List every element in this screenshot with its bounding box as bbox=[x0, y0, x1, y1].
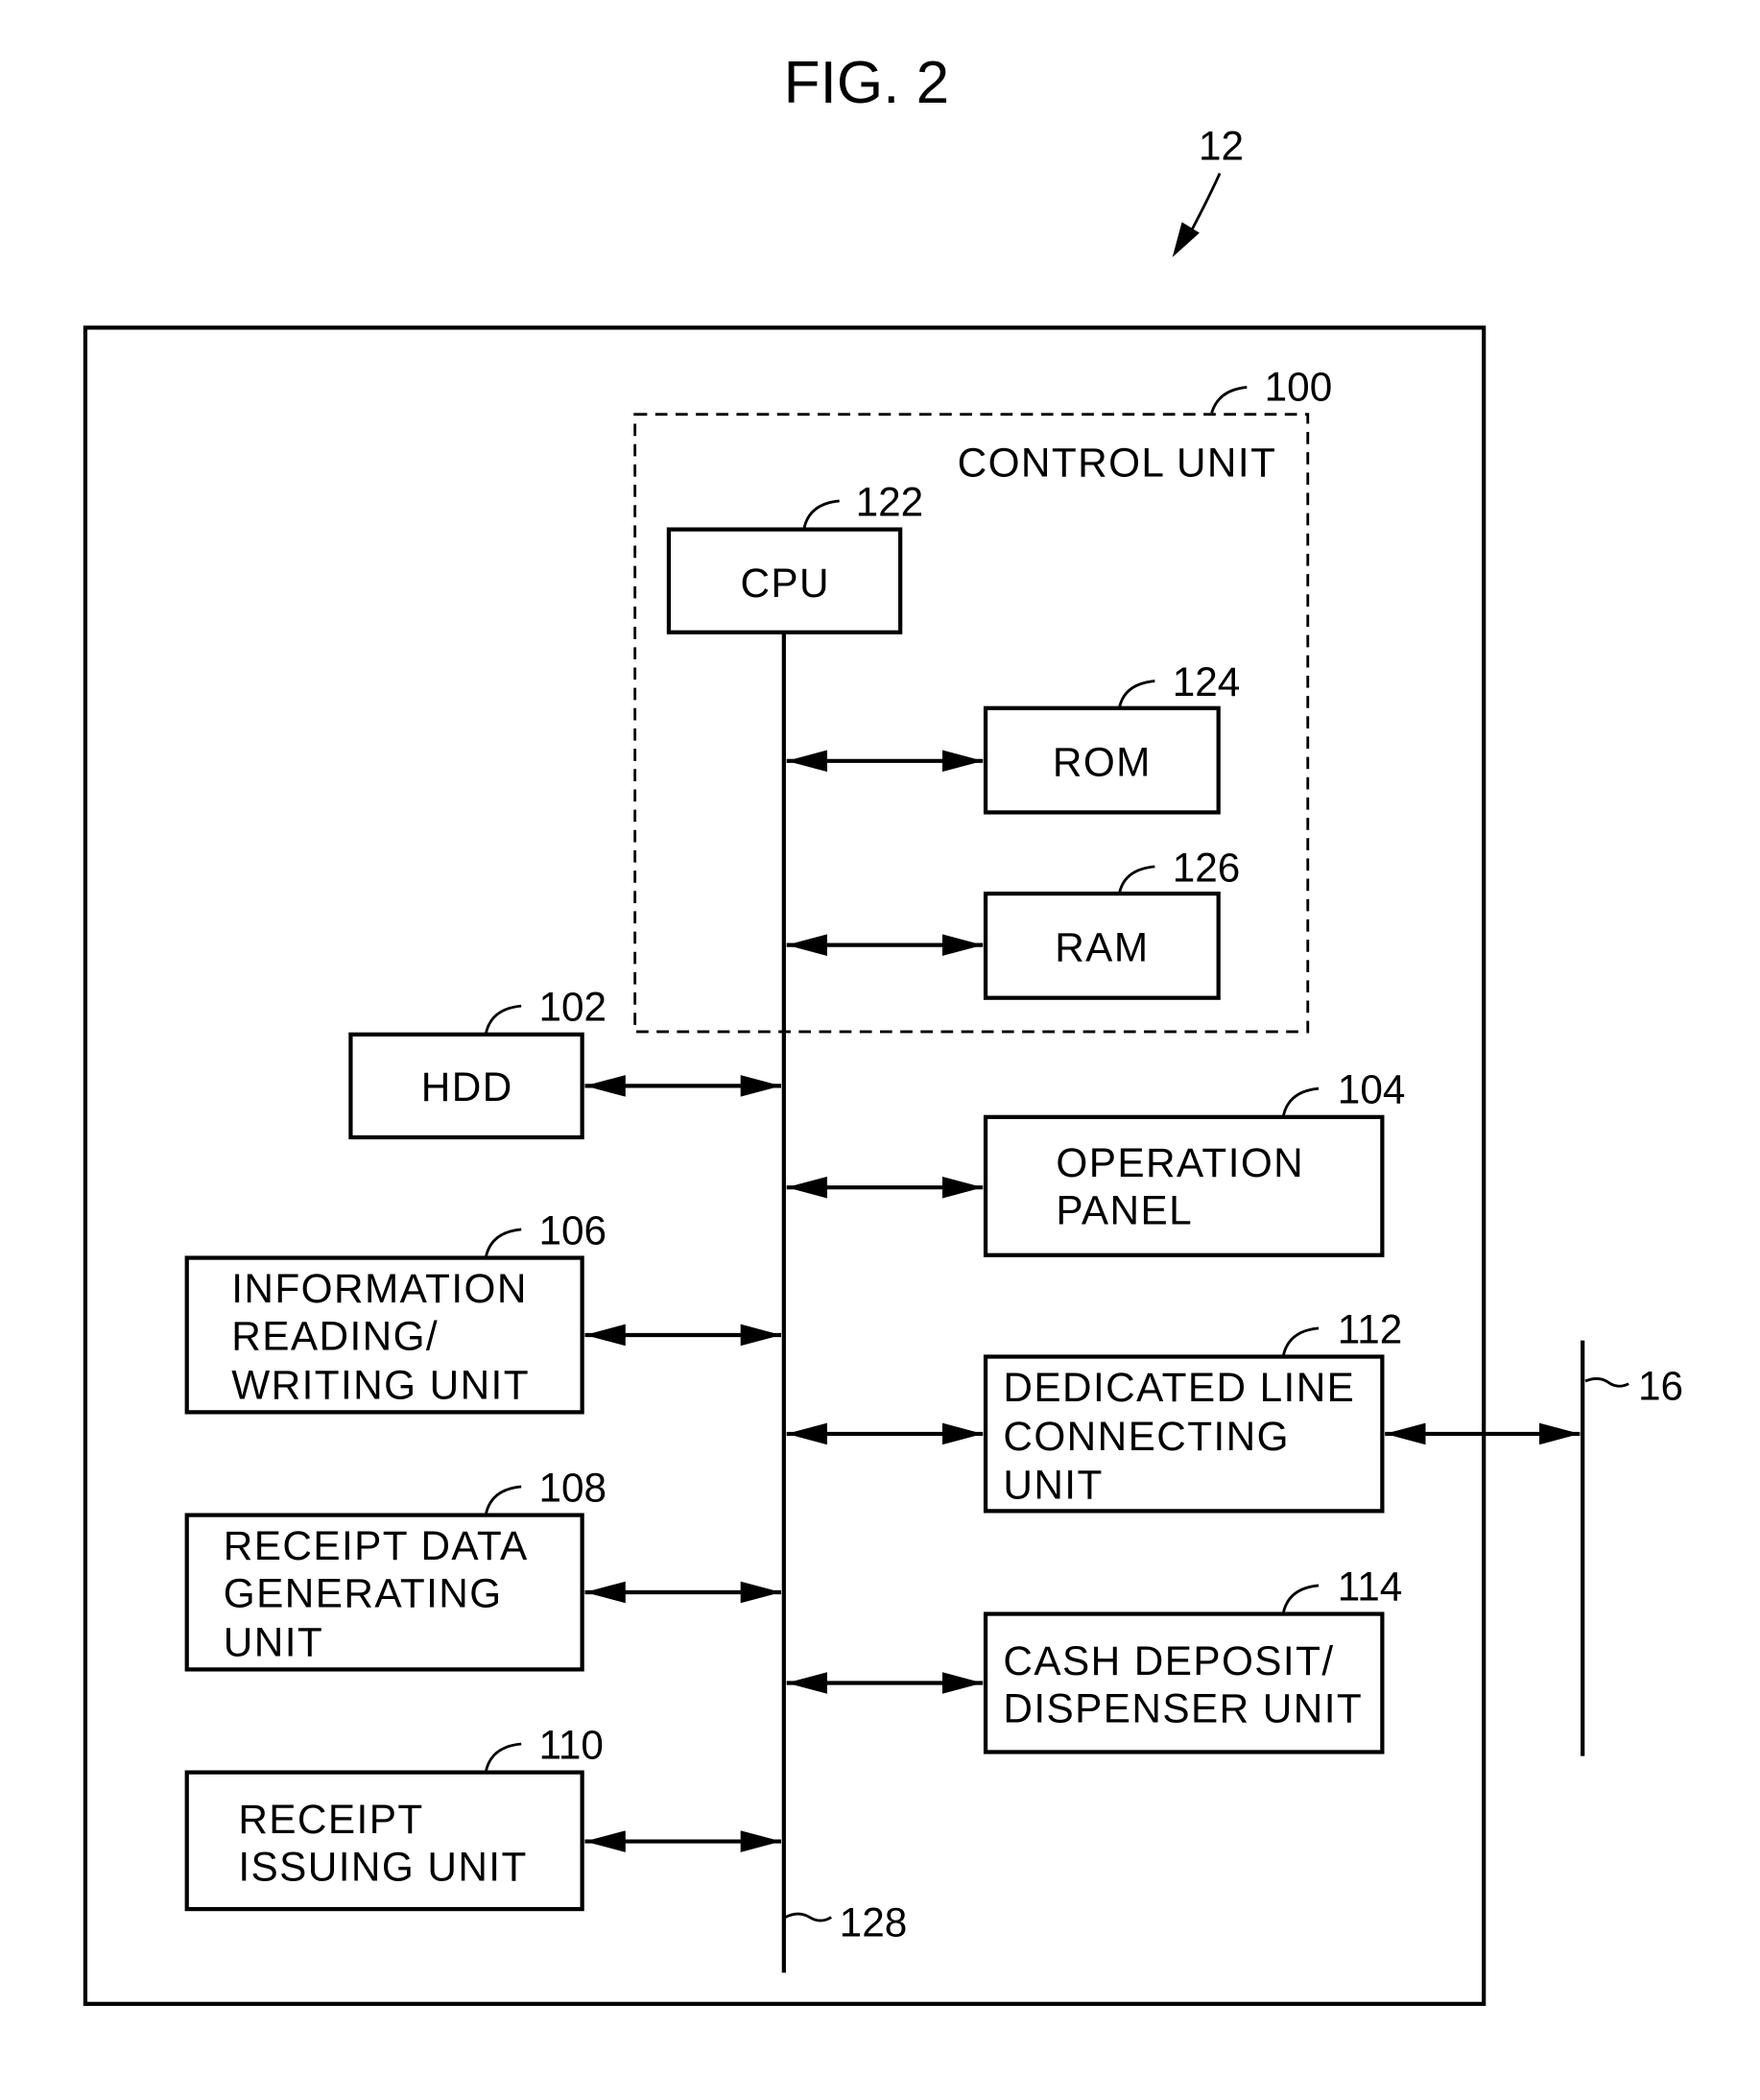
control-unit-label: CONTROL UNIT bbox=[958, 441, 1277, 486]
block-cpu-ref: 122 bbox=[856, 479, 924, 524]
control-unit-ref: 100 bbox=[1265, 365, 1333, 410]
block-cpu-leader bbox=[802, 499, 840, 529]
block-receipt-issuing-line-1: RECEIPT bbox=[238, 1797, 423, 1842]
block-cash-line-2: DISPENSER UNIT bbox=[1003, 1685, 1363, 1730]
block-hdd-label: HDD bbox=[421, 1064, 513, 1110]
block-rom-ref: 124 bbox=[1173, 659, 1241, 704]
block-ram-leader bbox=[1118, 865, 1155, 894]
block-dedicated-line-leader bbox=[1282, 1326, 1320, 1356]
block-info-rw-leader bbox=[485, 1228, 522, 1257]
block-receipt-data-ref: 108 bbox=[539, 1465, 607, 1510]
block-rom: ROM 124 bbox=[983, 659, 1241, 815]
block-receipt-issuing-leader bbox=[485, 1742, 522, 1772]
figure-title: FIG. 2 bbox=[784, 50, 949, 116]
block-ram-ref: 126 bbox=[1173, 845, 1241, 890]
block-receipt-issuing-line-2: ISSUING UNIT bbox=[238, 1844, 527, 1889]
block-cash-leader bbox=[1282, 1584, 1320, 1613]
block-dedicated-line-line-1: DEDICATED LINE bbox=[1003, 1365, 1355, 1410]
block-info-rw-line-1: INFORMATION bbox=[231, 1266, 528, 1311]
block-operation-panel-line-2: PANEL bbox=[1056, 1187, 1193, 1232]
block-dedicated-line: DEDICATED LINE CONNECTING UNIT 112 bbox=[983, 1306, 1402, 1514]
block-info-rw: INFORMATION READING/ WRITING UNIT 106 bbox=[184, 1207, 607, 1415]
block-info-rw-line-2: READING/ bbox=[231, 1313, 439, 1358]
block-operation-panel-ref: 104 bbox=[1338, 1067, 1406, 1112]
block-dedicated-line-line-3: UNIT bbox=[1003, 1463, 1103, 1508]
block-rom-leader bbox=[1118, 680, 1155, 707]
block-dedicated-line-ref: 112 bbox=[1338, 1306, 1402, 1351]
block-receipt-data-line-2: GENERATING bbox=[224, 1571, 503, 1616]
block-cash-ref: 114 bbox=[1338, 1563, 1402, 1609]
block-receipt-issuing: RECEIPT ISSUING UNIT 110 bbox=[184, 1723, 604, 1912]
block-cash: CASH DEPOSIT/ DISPENSER UNIT 114 bbox=[983, 1563, 1402, 1754]
block-receipt-data-line-1: RECEIPT DATA bbox=[224, 1523, 529, 1568]
block-info-rw-line-3: WRITING UNIT bbox=[231, 1362, 530, 1407]
block-cash-line-1: CASH DEPOSIT/ bbox=[1003, 1638, 1334, 1683]
block-cpu-label: CPU bbox=[740, 561, 830, 606]
control-unit-leader bbox=[1210, 386, 1248, 414]
block-ram-label: RAM bbox=[1055, 925, 1149, 970]
block-receipt-issuing-ref: 110 bbox=[539, 1723, 604, 1768]
block-hdd-leader bbox=[485, 1004, 522, 1034]
block-hdd-ref: 102 bbox=[539, 985, 607, 1030]
block-dedicated-line-line-2: CONNECTING bbox=[1003, 1414, 1290, 1459]
block-receipt-data-leader bbox=[485, 1485, 522, 1515]
block-receipt-data: RECEIPT DATA GENERATING UNIT 108 bbox=[184, 1465, 607, 1672]
block-rom-label: ROM bbox=[1053, 739, 1152, 784]
bus-ref-leader bbox=[784, 1912, 832, 1922]
bus-ref: 128 bbox=[840, 1899, 908, 1945]
block-info-rw-ref: 106 bbox=[539, 1207, 607, 1253]
device-ref-arrowhead bbox=[1172, 222, 1200, 258]
block-operation-panel-line-1: OPERATION bbox=[1056, 1140, 1304, 1185]
block-diagram: FIG. 2 12 CONTROL UNIT 100 128 16 CPU 12… bbox=[83, 50, 1683, 2006]
block-operation-panel: OPERATION PANEL 104 bbox=[983, 1067, 1406, 1257]
block-receipt-data-line-3: UNIT bbox=[224, 1619, 323, 1664]
block-cpu: CPU 122 bbox=[666, 479, 924, 634]
block-ram: RAM 126 bbox=[983, 845, 1241, 1000]
device-ref-label: 12 bbox=[1199, 123, 1244, 168]
network-ref-leader bbox=[1584, 1377, 1629, 1388]
block-operation-panel-leader bbox=[1282, 1086, 1320, 1116]
network-ref: 16 bbox=[1638, 1364, 1683, 1409]
block-hdd: HDD 102 bbox=[348, 985, 607, 1140]
